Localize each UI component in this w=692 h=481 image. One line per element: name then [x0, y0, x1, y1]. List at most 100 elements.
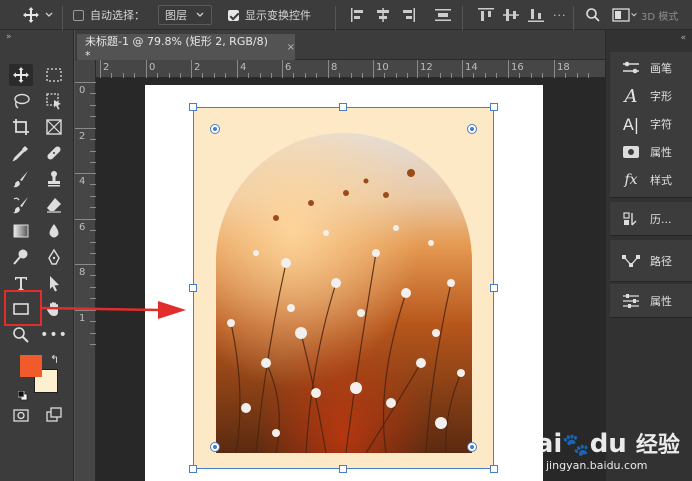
dodge-tool[interactable] — [9, 246, 33, 268]
transform-handle[interactable] — [189, 465, 197, 473]
move-tool[interactable] — [9, 64, 33, 86]
rect-marquee-icon — [46, 68, 62, 82]
transform-handle[interactable] — [490, 465, 498, 473]
zoom-tool[interactable] — [9, 324, 33, 346]
marquee-tool[interactable] — [42, 64, 66, 86]
ruler-tick — [75, 82, 96, 83]
panel-adjust-properties[interactable]: 属性 — [610, 288, 692, 314]
transform-bounding-box[interactable] — [193, 107, 494, 469]
search-button[interactable] — [585, 0, 601, 30]
transform-handle[interactable] — [490, 284, 498, 292]
workspace-button[interactable] — [612, 0, 638, 30]
distribute-button[interactable] — [435, 0, 451, 30]
frame-tool[interactable] — [42, 116, 66, 138]
panel-label: 样式 — [650, 174, 672, 187]
panel-character[interactable]: A| 字符 — [610, 111, 692, 137]
corner-radius-handle[interactable] — [210, 124, 220, 134]
close-icon[interactable]: × — [287, 42, 295, 53]
quick-mask-icon — [13, 409, 29, 422]
crop-tool[interactable] — [9, 116, 33, 138]
ruler-label: 16 — [511, 62, 524, 73]
transform-handle[interactable] — [339, 103, 347, 111]
object-select-tool[interactable] — [42, 90, 66, 112]
panel-history[interactable]: 历... — [610, 206, 692, 232]
align-right-button[interactable] — [400, 0, 416, 30]
lasso-icon — [14, 93, 30, 109]
auto-select-toggle[interactable]: 自动选择： — [73, 0, 145, 30]
panel-label: 历... — [650, 213, 672, 226]
eyedropper-tool[interactable] — [9, 142, 33, 164]
transform-handle[interactable] — [189, 284, 197, 292]
tools-panel: » ••• ↰ — [0, 30, 74, 481]
default-colors-button[interactable] — [17, 386, 28, 401]
align-top-button[interactable] — [478, 0, 494, 30]
corner-radius-handle[interactable] — [467, 442, 477, 452]
align-hcenter-button[interactable] — [375, 0, 391, 30]
corner-radius-handle[interactable] — [467, 124, 477, 134]
panel-label: 属性 — [650, 295, 672, 308]
panel-paths[interactable]: 路径 — [610, 248, 692, 274]
more-options-button[interactable]: ··· — [553, 0, 567, 30]
show-transform-toggle[interactable]: 显示变换控件 — [228, 0, 311, 30]
gradient-tool[interactable] — [9, 220, 33, 242]
swap-colors-icon[interactable]: ↰ — [50, 353, 59, 366]
paw-icon: 🐾 — [562, 433, 590, 458]
history-brush-tool[interactable] — [9, 194, 33, 216]
transform-handle[interactable] — [189, 103, 197, 111]
ruler-label: 4 — [240, 62, 247, 73]
align-right-icon — [403, 8, 415, 22]
panel-styles[interactable]: fx 样式 — [610, 167, 692, 193]
move-tool-preset[interactable] — [22, 0, 54, 30]
eraser-tool[interactable] — [42, 194, 66, 216]
brush-settings-icon — [620, 59, 642, 77]
lasso-tool[interactable] — [9, 90, 33, 112]
auto-select-target-dropdown[interactable]: 图层 — [158, 5, 212, 25]
panel-glyphs[interactable]: A 字形 — [610, 83, 692, 109]
screen-mode-button[interactable] — [42, 404, 66, 426]
eraser-icon — [47, 198, 61, 213]
double-chevron-icon: » — [6, 32, 12, 42]
chevron-down-icon — [631, 13, 637, 17]
chevron-down-icon — [196, 12, 204, 17]
transform-handle[interactable] — [339, 465, 347, 473]
adjust-properties-icon — [620, 292, 642, 310]
eyedropper-icon — [12, 146, 28, 162]
auto-select-checkbox[interactable] — [73, 9, 84, 21]
blur-tool[interactable] — [42, 220, 66, 242]
document-tab-bar: 未标题-1 @ 79.8% (矩形 2, RGB/8) * × — [75, 30, 605, 62]
ruler-label: 2 — [194, 62, 201, 73]
healing-brush-tool[interactable] — [42, 142, 66, 164]
ruler-label: 8 — [79, 267, 86, 278]
align-left-icon — [351, 8, 363, 22]
quick-mask-button[interactable] — [9, 404, 33, 426]
panel-properties[interactable]: 属性 — [610, 139, 692, 165]
align-vcenter-button[interactable] — [503, 0, 519, 30]
clone-stamp-tool[interactable] — [42, 168, 66, 190]
ruler-tick — [237, 60, 238, 78]
pen-tool[interactable] — [42, 246, 66, 268]
workspace-icon — [612, 8, 630, 22]
brush-tool[interactable] — [9, 168, 33, 190]
history-brush-icon — [13, 197, 28, 214]
collapse-panels-icon[interactable]: « — [680, 33, 686, 43]
document-tab[interactable]: 未标题-1 @ 79.8% (矩形 2, RGB/8) * × — [77, 34, 295, 62]
align-left-button[interactable] — [350, 0, 366, 30]
panel-label: 字形 — [650, 90, 672, 103]
brush-icon — [13, 171, 28, 188]
align-bottom-button[interactable] — [528, 0, 544, 30]
watermark-brand2: du — [589, 429, 627, 459]
collapse-toolbar-button[interactable]: » — [0, 30, 73, 46]
ruler-label: 18 — [557, 62, 570, 73]
ruler-tick — [417, 60, 418, 78]
show-transform-checkbox[interactable] — [228, 9, 239, 21]
watermark-url: jingyan.baidu.com — [546, 459, 648, 472]
zoom-icon — [13, 327, 29, 343]
glyphs-icon: A — [624, 85, 638, 107]
ruler-label: 2 — [103, 62, 110, 73]
bandage-icon — [47, 146, 61, 160]
panel-brush-settings[interactable]: 画笔 — [610, 55, 692, 81]
properties-icon — [620, 143, 642, 161]
ruler-tick — [191, 60, 192, 78]
transform-handle[interactable] — [490, 103, 498, 111]
corner-radius-handle[interactable] — [210, 442, 220, 452]
